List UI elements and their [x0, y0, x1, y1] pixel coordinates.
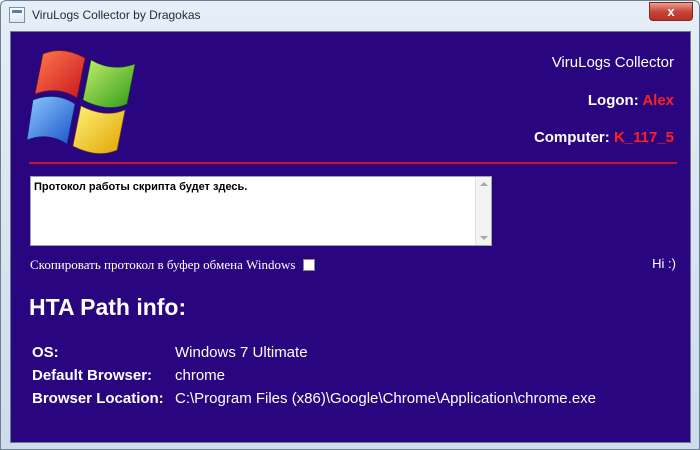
window-title: ViruLogs Collector by Dragokas: [32, 8, 201, 22]
info-value: Windows 7 Ultimate: [175, 344, 308, 361]
computer-name: K_117_5: [613, 129, 674, 146]
scroll-down-icon[interactable]: [480, 236, 488, 240]
app-window: ViruLogs Collector by Dragokas x ViruLog…: [0, 0, 700, 450]
log-textarea[interactable]: Протокол работы скрипта будет здесь.: [30, 176, 492, 246]
copy-option-row: Скопировать протокол в буфер обмена Wind…: [30, 256, 316, 272]
computer-info: Computer: K_117_5: [534, 129, 674, 146]
hta-info-heading: HTA Path info:: [29, 294, 187, 320]
computer-label: Computer:: [533, 129, 614, 146]
logon-info: Logon: Alex: [588, 92, 674, 109]
windows-logo-icon: [27, 50, 136, 154]
title-bar[interactable]: ViruLogs Collector by Dragokas x: [1, 1, 699, 31]
logon-user: Alex: [642, 92, 674, 109]
app-name: ViruLogs Collector: [551, 54, 674, 71]
log-placeholder: Протокол работы скрипта будет здесь.: [34, 181, 248, 193]
info-label: OS:: [32, 344, 59, 361]
hta-content: ViruLogs Collector Logon: Alex Computer:…: [10, 31, 691, 443]
copy-option-label: Скопировать протокол в буфер обмена Wind…: [30, 256, 296, 272]
info-value: C:\Program Files (x86)\Google\Chrome\App…: [175, 390, 597, 407]
app-icon: [9, 7, 25, 23]
copy-option-checkbox[interactable]: [303, 258, 316, 271]
close-button[interactable]: x: [649, 2, 693, 21]
info-label: Default Browser:: [32, 367, 153, 384]
info-value: chrome: [175, 367, 226, 384]
header-divider: [29, 162, 677, 164]
info-label: Browser Location:: [32, 390, 164, 407]
logon-label: Logon:: [587, 92, 643, 109]
log-scrollbar[interactable]: [475, 177, 491, 245]
greeting-text: Hi :): [652, 256, 676, 271]
scroll-up-icon[interactable]: [480, 182, 488, 186]
